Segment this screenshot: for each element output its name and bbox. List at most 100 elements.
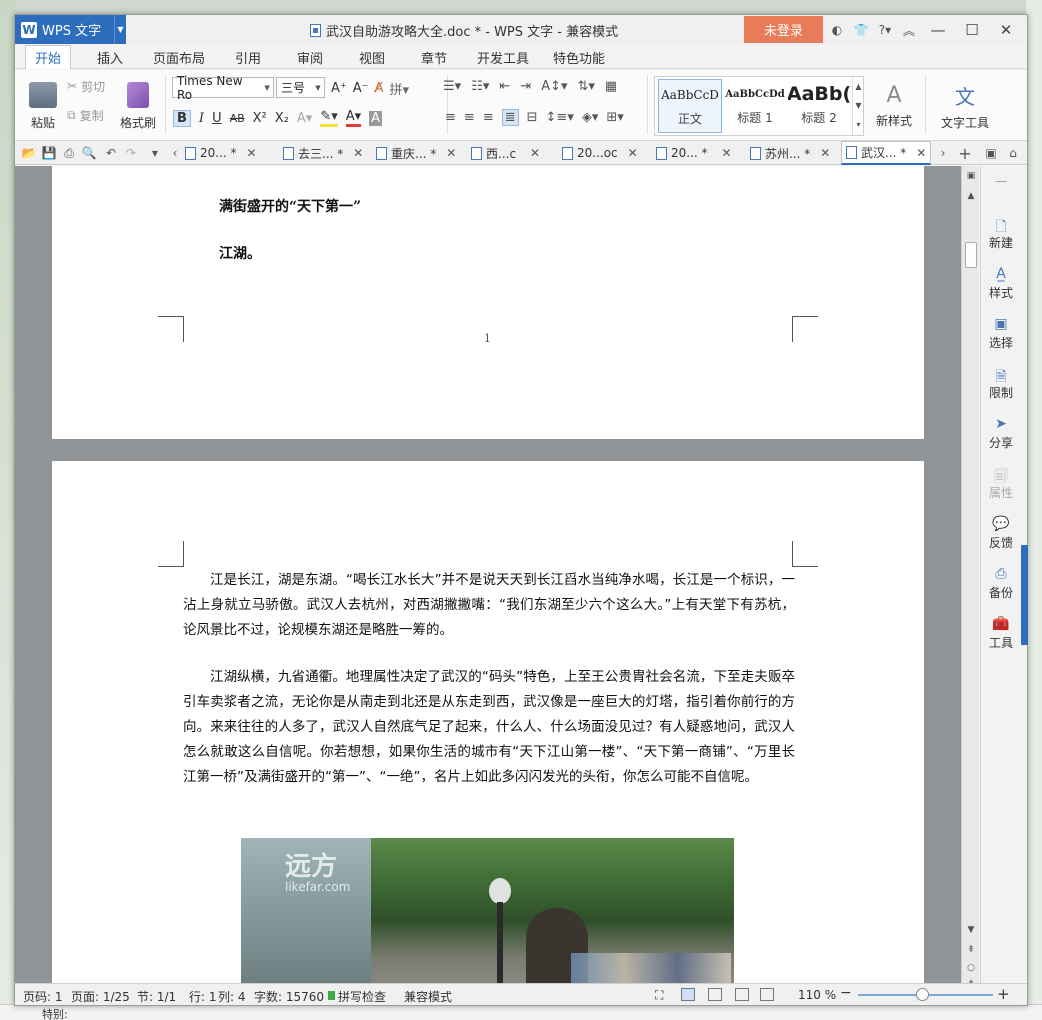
- document-area[interactable]: 满街盛开的“天下第一” 江湖。 1 江是长江，湖是东湖。“喝长江水长大”并不是说…: [15, 166, 965, 983]
- font-color-icon[interactable]: A▾: [345, 109, 362, 127]
- document-tab[interactable]: 20...oc ✕: [562, 141, 638, 165]
- close-icon[interactable]: ✕: [916, 146, 926, 160]
- skin-icon[interactable]: ◐: [827, 20, 847, 40]
- bold-button[interactable]: B: [173, 109, 191, 127]
- close-icon[interactable]: ✕: [247, 146, 257, 160]
- subscript-button[interactable]: X₂: [275, 111, 289, 126]
- strikethrough-button[interactable]: AB: [230, 112, 245, 125]
- embedded-photo[interactable]: 远方 likefar.com: [241, 838, 734, 983]
- task-properties[interactable]: 🗐 属性: [981, 462, 1021, 504]
- superscript-button[interactable]: X²: [253, 111, 267, 126]
- tab-view[interactable]: 视图: [351, 45, 393, 69]
- help-icon[interactable]: ?▾: [875, 20, 895, 40]
- maximize-icon[interactable]: ☐: [957, 19, 987, 41]
- status-page[interactable]: 页面: 1/25: [71, 988, 130, 1005]
- scroll-down-icon[interactable]: ▼: [965, 924, 977, 936]
- new-tab-icon[interactable]: +: [957, 144, 973, 163]
- document-tab-active[interactable]: 武汉... * ✕: [841, 141, 932, 165]
- char-shading-icon[interactable]: A: [369, 110, 383, 126]
- scroll-thumb[interactable]: [965, 242, 977, 268]
- close-icon[interactable]: ✕: [446, 146, 456, 160]
- zoom-slider-knob[interactable]: [916, 988, 930, 1001]
- decrease-indent-icon[interactable]: ⇤: [499, 79, 510, 94]
- browse-object-icon[interactable]: ○: [965, 962, 977, 974]
- outline-view-icon[interactable]: [708, 988, 722, 1001]
- tab-developer[interactable]: 开发工具: [473, 45, 533, 69]
- sort-icon[interactable]: ⇅▾: [578, 79, 595, 94]
- shirt-icon[interactable]: 👕: [851, 20, 871, 40]
- close-icon[interactable]: ✕: [530, 146, 540, 160]
- cut-button[interactable]: ✂ 剪切: [67, 76, 105, 96]
- document-tab[interactable]: 20... * ✕: [656, 141, 732, 165]
- document-tab[interactable]: 重庆... * ✕: [376, 141, 456, 165]
- redo-icon[interactable]: ↷: [123, 145, 139, 161]
- app-menu-button[interactable]: W WPS 文字 ▼: [15, 15, 126, 44]
- style-normal[interactable]: AaBbCcD 正文: [658, 79, 722, 133]
- document-tab[interactable]: 20... * ✕: [185, 141, 257, 165]
- tab-review[interactable]: 审阅: [289, 45, 331, 69]
- task-restrict[interactable]: 🗎 限制: [981, 362, 1021, 404]
- task-share[interactable]: ➤ 分享: [981, 412, 1021, 454]
- print-icon[interactable]: ⎙: [61, 145, 77, 161]
- prev-page-icon[interactable]: ⇞: [965, 944, 977, 956]
- justify-icon[interactable]: ≣: [501, 109, 519, 126]
- chevron-down-icon[interactable]: ▼: [114, 15, 126, 44]
- close-icon[interactable]: ✕: [722, 146, 732, 160]
- phonetic-icon[interactable]: 拼▾: [389, 79, 409, 98]
- vertical-scrollbar[interactable]: ▣ ▲ ▼ ⇞ ○ ⇟: [961, 166, 979, 989]
- distribute-icon[interactable]: ⊟: [527, 110, 538, 125]
- task-pane-collapse[interactable]: —: [981, 166, 1021, 196]
- task-backup[interactable]: ⎙ 备份: [981, 562, 1021, 604]
- tab-chapter[interactable]: 章节: [413, 45, 455, 69]
- open-folder-icon[interactable]: 📂: [21, 145, 37, 161]
- save-icon[interactable]: 💾: [41, 145, 57, 161]
- status-page-code[interactable]: 页码: 1: [23, 988, 63, 1005]
- tab-list-icon[interactable]: ▣: [983, 145, 999, 161]
- paste-button[interactable]: 粘贴: [25, 76, 61, 136]
- highlight-icon[interactable]: ✎▾: [320, 109, 338, 127]
- close-icon[interactable]: ✕: [628, 146, 638, 160]
- close-icon[interactable]: ✕: [820, 146, 830, 160]
- login-button[interactable]: 未登录: [744, 16, 823, 43]
- minimize-icon[interactable]: —: [923, 19, 953, 41]
- status-spell-check[interactable]: 拼写检查: [338, 988, 386, 1005]
- underline-button[interactable]: U: [212, 111, 222, 126]
- line-spacing-icon[interactable]: ↕≡▾: [546, 110, 574, 125]
- zoom-out-icon[interactable]: −: [840, 985, 852, 1001]
- style-heading-1[interactable]: AaBbCcDd 标题 1: [723, 79, 787, 133]
- zoom-in-icon[interactable]: +: [997, 985, 1010, 1003]
- border-icon[interactable]: ⊞▾: [606, 110, 623, 125]
- shading-icon[interactable]: ◈▾: [582, 110, 599, 125]
- status-word-count[interactable]: 字数: 15760: [254, 988, 324, 1005]
- document-tab[interactable]: 去三... * ✕: [283, 141, 363, 165]
- tab-home[interactable]: 开始: [25, 45, 71, 69]
- collapse-ribbon-icon[interactable]: ︽: [899, 20, 919, 40]
- scroll-settings-icon[interactable]: ▣: [965, 170, 977, 182]
- numbered-list-icon[interactable]: ☷▾: [471, 79, 489, 94]
- task-pane-toggle[interactable]: [1021, 545, 1028, 645]
- task-style[interactable]: A̲ 样式: [981, 262, 1021, 304]
- document-tab[interactable]: 苏州... * ✕: [750, 141, 830, 165]
- task-new[interactable]: 🗋 新建: [981, 212, 1021, 254]
- tab-references[interactable]: 引用: [227, 45, 269, 69]
- zoom-level[interactable]: 110 %: [798, 988, 836, 1002]
- clear-format-icon[interactable]: A̸: [375, 81, 384, 96]
- font-size-select[interactable]: 三号 ▼: [276, 77, 325, 98]
- tab-insert[interactable]: 插入: [89, 45, 131, 69]
- tab-page-layout[interactable]: 页面布局: [149, 45, 209, 69]
- align-right-icon[interactable]: ≡: [483, 110, 494, 125]
- undo-icon[interactable]: ↶: [103, 145, 119, 161]
- tab-menu-icon[interactable]: ⌂: [1005, 145, 1021, 161]
- chevron-right-icon[interactable]: ›: [935, 145, 951, 161]
- increase-indent-icon[interactable]: ⇥: [520, 79, 531, 94]
- italic-button[interactable]: I: [199, 111, 204, 126]
- task-feedback[interactable]: 💬 反馈: [981, 512, 1021, 554]
- page-view-icon[interactable]: [681, 988, 695, 1001]
- task-tools[interactable]: 🧰 工具: [981, 612, 1021, 654]
- grow-font-icon[interactable]: A⁺: [331, 81, 347, 96]
- text-tools-button[interactable]: 文 文字工具: [933, 76, 997, 136]
- copy-button[interactable]: ⧉ 复制: [67, 105, 104, 125]
- table-border-icon[interactable]: ▦: [605, 79, 617, 94]
- print-preview-icon[interactable]: 🔍: [81, 145, 97, 161]
- bullet-list-icon[interactable]: ☰▾: [443, 79, 461, 94]
